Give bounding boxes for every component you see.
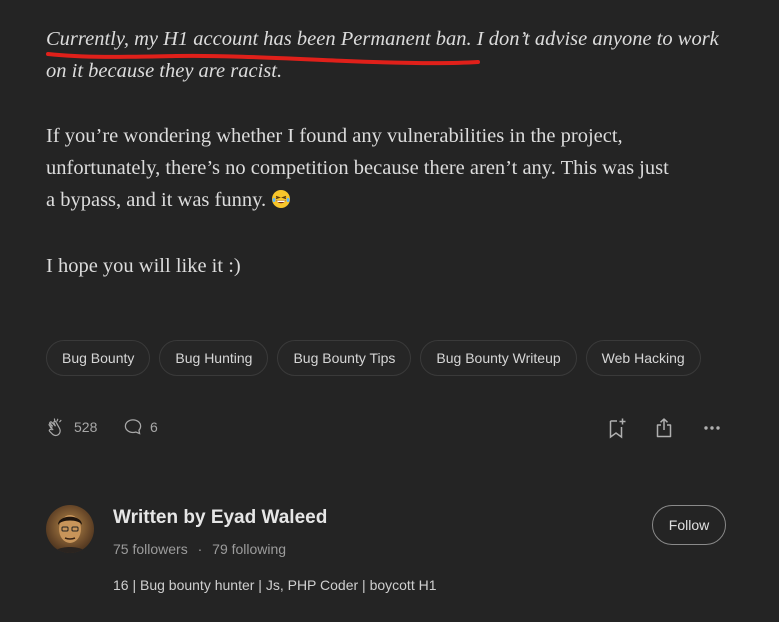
- author-bio: 16 | Bug bounty hunter | Js, PHP Coder |…: [113, 577, 437, 593]
- paragraph-line: unfortunately, there’s no competition be…: [46, 157, 669, 179]
- more-options-button[interactable]: [700, 416, 724, 440]
- bookmark-add-icon: [605, 416, 629, 440]
- share-button[interactable]: [652, 416, 676, 440]
- more-icon: [700, 416, 724, 440]
- followers-count[interactable]: 75 followers: [113, 541, 188, 557]
- paragraph-line: I hope you will like it :): [46, 255, 241, 277]
- responses-button[interactable]: 6: [122, 416, 158, 438]
- clap-button[interactable]: 528: [46, 416, 97, 438]
- author-stats: 75 followers · 79 following: [113, 541, 286, 557]
- following-count[interactable]: 79 following: [212, 541, 286, 557]
- tag-chip[interactable]: Bug Bounty Tips: [277, 340, 412, 376]
- article-actions-bar: 528 6: [46, 416, 726, 444]
- clap-count: 528: [74, 419, 98, 435]
- tag-chip[interactable]: Bug Bounty Writeup: [420, 340, 577, 376]
- share-icon: [652, 416, 676, 440]
- author-name[interactable]: Written by Eyad Waleed: [113, 507, 327, 529]
- red-underline-annotation: [46, 52, 480, 66]
- tag-chip[interactable]: Bug Hunting: [159, 340, 269, 376]
- avatar[interactable]: [46, 505, 94, 553]
- paragraph-text: a bypass, and it was funny.: [46, 189, 267, 211]
- paragraph-line: If you’re wondering whether I found any …: [46, 125, 623, 147]
- laughing-emoji-icon: [272, 190, 291, 208]
- tag-chip[interactable]: Web Hacking: [585, 340, 701, 376]
- follow-button[interactable]: Follow: [652, 505, 726, 545]
- tag-chip[interactable]: Bug Bounty: [46, 340, 151, 376]
- tag-list: Bug Bounty Bug Hunting Bug Bounty Tips B…: [46, 340, 701, 376]
- response-icon: [122, 416, 144, 438]
- stats-separator: ·: [197, 541, 203, 557]
- save-button[interactable]: [605, 416, 629, 440]
- clap-icon: [46, 416, 68, 438]
- paragraph-line: a bypass, and it was funny.: [46, 184, 291, 216]
- responses-count: 6: [150, 419, 158, 435]
